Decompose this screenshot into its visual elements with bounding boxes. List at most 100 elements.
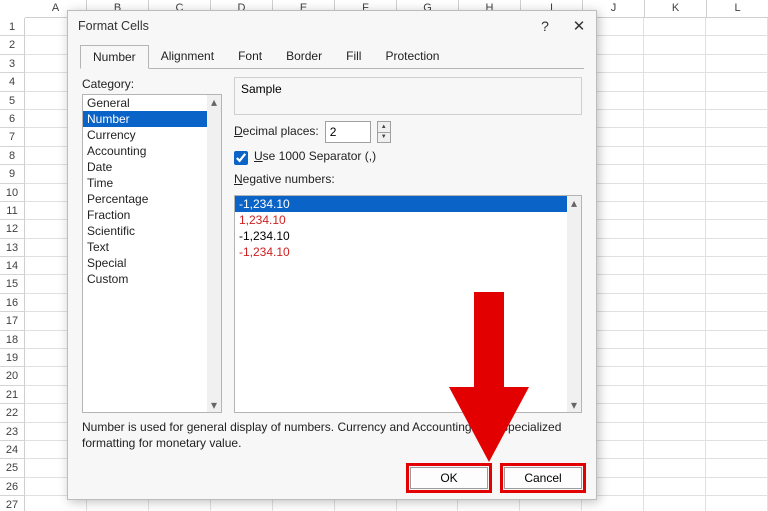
tab-fill[interactable]: Fill (334, 45, 373, 69)
category-item[interactable]: Special (83, 255, 221, 271)
row-header[interactable]: 14 (0, 257, 25, 275)
cell[interactable] (644, 441, 706, 459)
cell[interactable] (644, 404, 706, 422)
row-header[interactable]: 25 (0, 459, 25, 477)
category-item[interactable]: Fraction (83, 207, 221, 223)
cell[interactable] (706, 184, 768, 202)
cell[interactable] (644, 294, 706, 312)
cell[interactable] (706, 404, 768, 422)
cell[interactable] (706, 441, 768, 459)
cell[interactable] (706, 110, 768, 128)
category-item[interactable]: General (83, 95, 221, 111)
tab-number[interactable]: Number (80, 45, 149, 69)
negative-number-item[interactable]: -1,234.10 (235, 244, 581, 260)
cell[interactable] (706, 36, 768, 54)
cell[interactable] (706, 220, 768, 238)
cell[interactable] (644, 165, 706, 183)
row-header[interactable]: 8 (0, 147, 25, 165)
cell[interactable] (706, 55, 768, 73)
cell[interactable] (706, 459, 768, 477)
cell[interactable] (644, 92, 706, 110)
tab-protection[interactable]: Protection (373, 45, 451, 69)
row-header[interactable]: 3 (0, 55, 25, 73)
cell[interactable] (706, 239, 768, 257)
cell[interactable] (644, 220, 706, 238)
cell[interactable] (644, 312, 706, 330)
row-header[interactable]: 23 (0, 423, 25, 441)
row-header[interactable]: 5 (0, 92, 25, 110)
row-header[interactable]: 18 (0, 331, 25, 349)
column-header[interactable]: K (645, 0, 707, 18)
row-header[interactable]: 12 (0, 220, 25, 238)
category-item[interactable]: Date (83, 159, 221, 175)
tab-alignment[interactable]: Alignment (149, 45, 226, 69)
row-header[interactable]: 26 (0, 478, 25, 496)
ok-button[interactable]: OK (410, 467, 488, 489)
cell[interactable] (644, 202, 706, 220)
cell[interactable] (706, 92, 768, 110)
row-header[interactable]: 4 (0, 73, 25, 91)
decimal-spinner[interactable]: ▲ ▼ (377, 121, 391, 143)
row-header[interactable]: 6 (0, 110, 25, 128)
row-header[interactable]: 1 (0, 18, 25, 36)
cell[interactable] (706, 18, 768, 36)
scroll-up-icon[interactable]: ▴ (207, 95, 221, 109)
cell[interactable] (644, 184, 706, 202)
cell[interactable] (644, 367, 706, 385)
spinner-up-icon[interactable]: ▲ (378, 122, 390, 133)
scroll-up-icon[interactable]: ▴ (567, 196, 581, 210)
row-header[interactable]: 15 (0, 275, 25, 293)
cell[interactable] (644, 73, 706, 91)
thousand-separator-checkbox[interactable] (234, 151, 248, 165)
cell[interactable] (644, 147, 706, 165)
row-header[interactable]: 22 (0, 404, 25, 422)
row-header[interactable]: 27 (0, 496, 25, 511)
close-button[interactable]: ✕ (562, 11, 596, 41)
category-item[interactable]: Text (83, 239, 221, 255)
cell[interactable] (644, 386, 706, 404)
category-item[interactable]: Percentage (83, 191, 221, 207)
cell[interactable] (644, 331, 706, 349)
cell[interactable] (644, 275, 706, 293)
category-item[interactable]: Currency (83, 127, 221, 143)
row-header[interactable]: 2 (0, 36, 25, 54)
column-header[interactable]: L (707, 0, 768, 18)
cell[interactable] (706, 496, 768, 511)
cell[interactable] (644, 36, 706, 54)
category-listbox[interactable]: GeneralNumberCurrencyAccountingDateTimeP… (82, 94, 222, 413)
cell[interactable] (644, 349, 706, 367)
row-header[interactable]: 17 (0, 312, 25, 330)
category-item[interactable]: Accounting (83, 143, 221, 159)
cell[interactable] (644, 18, 706, 36)
cell[interactable] (706, 73, 768, 91)
scrollbar[interactable]: ▴ ▾ (567, 196, 581, 412)
cell[interactable] (644, 110, 706, 128)
cell[interactable] (644, 239, 706, 257)
row-header[interactable]: 19 (0, 349, 25, 367)
cell[interactable] (706, 147, 768, 165)
decimal-places-input[interactable] (325, 121, 371, 143)
cell[interactable] (706, 331, 768, 349)
spinner-down-icon[interactable]: ▼ (378, 133, 390, 143)
cell[interactable] (706, 312, 768, 330)
cell[interactable] (706, 128, 768, 146)
scroll-down-icon[interactable]: ▾ (207, 398, 221, 412)
cell[interactable] (706, 349, 768, 367)
scroll-down-icon[interactable]: ▾ (567, 398, 581, 412)
tab-border[interactable]: Border (274, 45, 334, 69)
cell[interactable] (706, 165, 768, 183)
negative-numbers-listbox[interactable]: -1,234.101,234.10-1,234.10-1,234.10 ▴ ▾ (234, 195, 582, 413)
negative-number-item[interactable]: -1,234.10 (235, 228, 581, 244)
category-item[interactable]: Custom (83, 271, 221, 287)
cell[interactable] (644, 423, 706, 441)
row-header[interactable]: 13 (0, 239, 25, 257)
tab-font[interactable]: Font (226, 45, 274, 69)
cell[interactable] (644, 128, 706, 146)
row-header[interactable]: 21 (0, 386, 25, 404)
row-header[interactable]: 11 (0, 202, 25, 220)
cell[interactable] (644, 496, 706, 511)
cell[interactable] (644, 478, 706, 496)
row-header[interactable]: 20 (0, 367, 25, 385)
help-button[interactable]: ? (528, 11, 562, 41)
cell[interactable] (706, 478, 768, 496)
